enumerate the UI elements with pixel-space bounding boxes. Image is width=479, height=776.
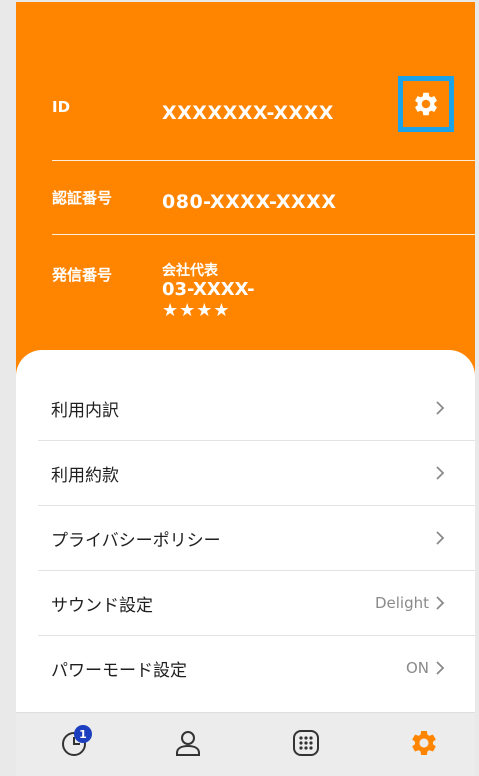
sender-stars: ★★★★ (162, 300, 231, 321)
contacts-icon (176, 731, 200, 756)
menu-item-privacy-policy[interactable]: プライバシーポリシー (38, 506, 475, 571)
menu-item-sound-settings[interactable]: サウンド設定 Delight (38, 571, 475, 636)
sender-label: 発信番号 (52, 266, 113, 284)
divider-1 (52, 160, 475, 161)
chevron-right-icon (436, 531, 445, 545)
gear-icon (415, 92, 437, 116)
menu-item-usage-details[interactable]: 利用内訳 (38, 376, 475, 441)
tab-contacts[interactable] (168, 723, 208, 763)
chevron-right-icon (436, 401, 445, 415)
chevron-right-icon (436, 661, 445, 675)
auth-label: 認証番号 (52, 189, 113, 207)
menu-item-label: サウンド設定 (51, 595, 153, 616)
sender-info: 会社代表 03-XXXX- ★★★★ (162, 262, 255, 322)
history-badge: 1 (74, 725, 92, 743)
tab-dialpad[interactable] (286, 723, 326, 763)
frame-left (0, 0, 16, 776)
auth-value: 080-XXXX-XXXX (162, 191, 337, 213)
sender-number: 03-XXXX- (162, 279, 255, 300)
menu-item-label: プライバシーポリシー (51, 530, 221, 551)
id-value: XXXXXXX-XXXX (162, 102, 334, 124)
account-header: ID XXXXXXX-XXXX 認証番号 080-XXXX-XXXX 発信番号 … (16, 2, 475, 362)
settings-gear-icon (412, 731, 436, 755)
frame-right (475, 0, 479, 776)
menu-item-power-mode[interactable]: パワーモード設定 ON (38, 636, 475, 700)
menu-item-label: パワーモード設定 (51, 660, 187, 681)
tab-settings[interactable] (404, 723, 444, 763)
chevron-right-icon (436, 596, 445, 610)
id-label: ID (52, 98, 71, 116)
bottom-tab-bar: 1 (16, 712, 475, 776)
menu-item-label: 利用約款 (51, 465, 119, 486)
sender-company: 会社代表 (162, 263, 218, 279)
app-screen: ID XXXXXXX-XXXX 認証番号 080-XXXX-XXXX 発信番号 … (0, 0, 479, 776)
settings-button[interactable] (398, 76, 454, 132)
tab-history[interactable]: 1 (54, 723, 94, 763)
menu-item-terms[interactable]: 利用約款 (38, 441, 475, 506)
divider-2 (52, 234, 475, 235)
menu-list: 利用内訳 利用約款 プライバシーポリシー サウンド設定 Delight パワーモ… (38, 376, 475, 700)
dialpad-icon (293, 730, 319, 756)
power-mode-value: ON (405, 659, 429, 677)
sound-setting-value: Delight (374, 594, 429, 612)
chevron-right-icon (436, 466, 445, 480)
menu-item-label: 利用内訳 (51, 400, 119, 421)
